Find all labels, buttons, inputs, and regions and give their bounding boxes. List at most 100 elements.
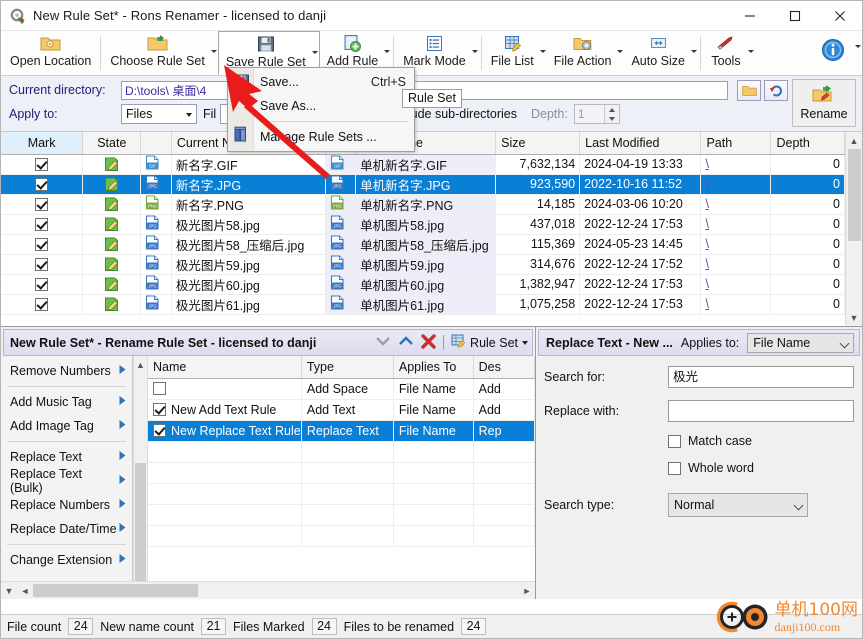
- scroll-thumb[interactable]: [847, 149, 861, 241]
- rule-menu-item-add-image-tag[interactable]: Add Image Tag: [1, 414, 132, 438]
- cell-mark[interactable]: [1, 194, 84, 215]
- rule-row[interactable]: New Add Text Rule Add Text File Name Add: [148, 399, 535, 421]
- cell-current-name[interactable]: 新名字.PNG: [171, 194, 326, 215]
- rules-horizontal-scrollbar[interactable]: ▼ ◄ ►: [1, 581, 535, 599]
- toolbar-tools[interactable]: Tools: [703, 31, 755, 75]
- row-checkbox[interactable]: [153, 403, 166, 416]
- browse-folder-button[interactable]: [737, 79, 761, 101]
- toolbar-file-action[interactable]: File Action: [547, 31, 625, 75]
- rule-menu-item-replace-numbers[interactable]: Replace Numbers: [1, 493, 132, 517]
- row-checkbox[interactable]: [35, 237, 49, 251]
- depth-spin-buttons[interactable]: [603, 105, 619, 123]
- menu-item-save-as[interactable]: Save As...: [254, 94, 414, 118]
- cell-path[interactable]: \: [700, 254, 772, 275]
- row-checkbox[interactable]: [35, 197, 49, 211]
- chevron-down-icon[interactable]: [210, 50, 217, 53]
- chevron-down-icon[interactable]: [617, 50, 624, 53]
- toolbar-auto-size[interactable]: Auto Size: [624, 31, 698, 75]
- col-current-icon[interactable]: [140, 132, 172, 155]
- scroll-thumb[interactable]: [33, 584, 198, 597]
- minimize-button[interactable]: [727, 1, 772, 31]
- applies-to-select[interactable]: File Name: [747, 332, 854, 353]
- table-row[interactable]: JPG 极光图片61.jpg JPG 单机图片61.jpg 1,075,258 2022-…: [1, 294, 845, 315]
- toolbar-file-list[interactable]: File List: [484, 31, 547, 75]
- spin-down-icon[interactable]: [608, 116, 615, 121]
- cell-new-name[interactable]: 单机图片61.jpg: [355, 294, 497, 315]
- row-checkbox[interactable]: [35, 217, 49, 231]
- scroll-track[interactable]: [33, 582, 519, 599]
- rule-set-dropdown[interactable]: Rule Set: [451, 334, 528, 351]
- rule-menu-item-replace-text[interactable]: Replace Text: [1, 445, 132, 469]
- cell-mark[interactable]: [1, 254, 84, 275]
- search-type-select[interactable]: Normal: [668, 493, 808, 517]
- rule-menu-item-remove-numbers[interactable]: Remove Numbers: [1, 359, 132, 383]
- chevron-down-icon[interactable]: [375, 335, 391, 350]
- col-state[interactable]: State: [82, 132, 142, 155]
- cell-path[interactable]: \: [700, 274, 772, 295]
- cell-new-name[interactable]: 单机图片59.jpg: [355, 254, 497, 275]
- scroll-down-icon[interactable]: ▼: [846, 309, 863, 326]
- cell-new-name[interactable]: 单机图片58_压缩后.jpg: [355, 234, 497, 255]
- toolbar-choose-rule-set[interactable]: Choose Rule Set: [103, 31, 218, 75]
- cell-current-name[interactable]: 极光图片58.jpg: [171, 214, 326, 235]
- rule-menu-item-change-extension[interactable]: Change Extension: [1, 548, 132, 572]
- cell-new-name[interactable]: 单机新名字.PNG: [355, 194, 497, 215]
- row-checkbox[interactable]: [153, 424, 166, 437]
- cell-path[interactable]: \: [700, 174, 772, 195]
- table-row[interactable]: JPG 新名字.JPG JPG 单机新名字.JPG 923,590 2022-10-16 …: [1, 174, 845, 195]
- maximize-button[interactable]: [772, 1, 817, 31]
- replace-with-input[interactable]: [668, 400, 854, 422]
- cell-rule-name[interactable]: New Replace Text Rule: [148, 420, 302, 442]
- cell-rule-name[interactable]: New Add Text Rule: [148, 399, 302, 421]
- chevron-down-icon[interactable]: [855, 45, 861, 48]
- refresh-button[interactable]: [764, 79, 788, 101]
- row-checkbox[interactable]: [35, 277, 49, 291]
- file-list-vertical-scrollbar[interactable]: ▲ ▼: [845, 132, 862, 326]
- rename-button[interactable]: Rename: [792, 79, 856, 127]
- cell-path[interactable]: \: [700, 214, 772, 235]
- menu-item-save[interactable]: Save... Ctrl+S: [254, 70, 414, 94]
- table-row[interactable]: GIF 新名字.GIF GIF 单机新名字.GIF 7,632,134 2024-04-1…: [1, 154, 845, 175]
- red-x-icon[interactable]: [421, 333, 436, 352]
- apply-to-select[interactable]: Files: [121, 104, 197, 124]
- cell-current-name[interactable]: 极光图片61.jpg: [171, 294, 326, 315]
- row-checkbox[interactable]: [35, 177, 49, 191]
- cell-new-name[interactable]: 单机新名字.GIF: [355, 154, 497, 175]
- cell-mark[interactable]: [1, 214, 84, 235]
- chevron-up-icon[interactable]: [398, 335, 414, 350]
- menu-item-manage-rule-sets[interactable]: Manage Rule Sets ...: [254, 125, 414, 149]
- scroll-left-icon[interactable]: ◄: [17, 586, 33, 596]
- cell-new-name[interactable]: 单机新名字.JPG: [355, 174, 497, 195]
- scroll-thumb[interactable]: [135, 463, 146, 581]
- scroll-up-icon[interactable]: ▲: [846, 132, 863, 149]
- row-checkbox[interactable]: [35, 257, 49, 271]
- cell-path[interactable]: \: [700, 194, 772, 215]
- cell-current-name[interactable]: 极光图片59.jpg: [171, 254, 326, 275]
- col-rule-applies-to[interactable]: Applies To: [393, 356, 474, 379]
- rule-menu-item-add-music-tag[interactable]: Add Music Tag: [1, 390, 132, 414]
- spin-up-icon[interactable]: [608, 107, 615, 112]
- cell-current-name[interactable]: 极光图片60.jpg: [171, 274, 326, 295]
- rule-menu-scrollbar[interactable]: ▲: [133, 356, 148, 581]
- cell-current-name[interactable]: 新名字.JPG: [171, 174, 326, 195]
- match-case-checkbox[interactable]: [668, 434, 681, 448]
- col-rule-description[interactable]: Des: [473, 356, 535, 379]
- col-path[interactable]: Path: [700, 132, 772, 155]
- col-rule-type[interactable]: Type: [301, 356, 394, 379]
- table-row[interactable]: JPG 极光图片58_压缩后.jpg JPG 单机图片58_压缩后.jpg 115,36…: [1, 234, 845, 255]
- col-mark[interactable]: Mark: [1, 132, 84, 155]
- row-checkbox[interactable]: [153, 382, 166, 395]
- cell-path[interactable]: \: [700, 154, 772, 175]
- chevron-down-icon[interactable]: [539, 50, 546, 53]
- rule-row[interactable]: New Replace Text Rule Replace Text File Na…: [148, 420, 535, 442]
- whole-word-checkbox[interactable]: [668, 461, 681, 475]
- chevron-down-icon[interactable]: [747, 50, 754, 53]
- scroll-right-icon[interactable]: ►: [519, 586, 535, 596]
- chevron-down-icon[interactable]: [384, 50, 391, 53]
- cell-mark[interactable]: [1, 274, 84, 295]
- chevron-down-icon[interactable]: [311, 51, 318, 54]
- toolbar-open-location[interactable]: Open Location: [3, 31, 98, 75]
- col-last-modified[interactable]: Last Modified: [579, 132, 702, 155]
- cell-path[interactable]: \: [700, 294, 772, 315]
- close-button[interactable]: [817, 1, 862, 31]
